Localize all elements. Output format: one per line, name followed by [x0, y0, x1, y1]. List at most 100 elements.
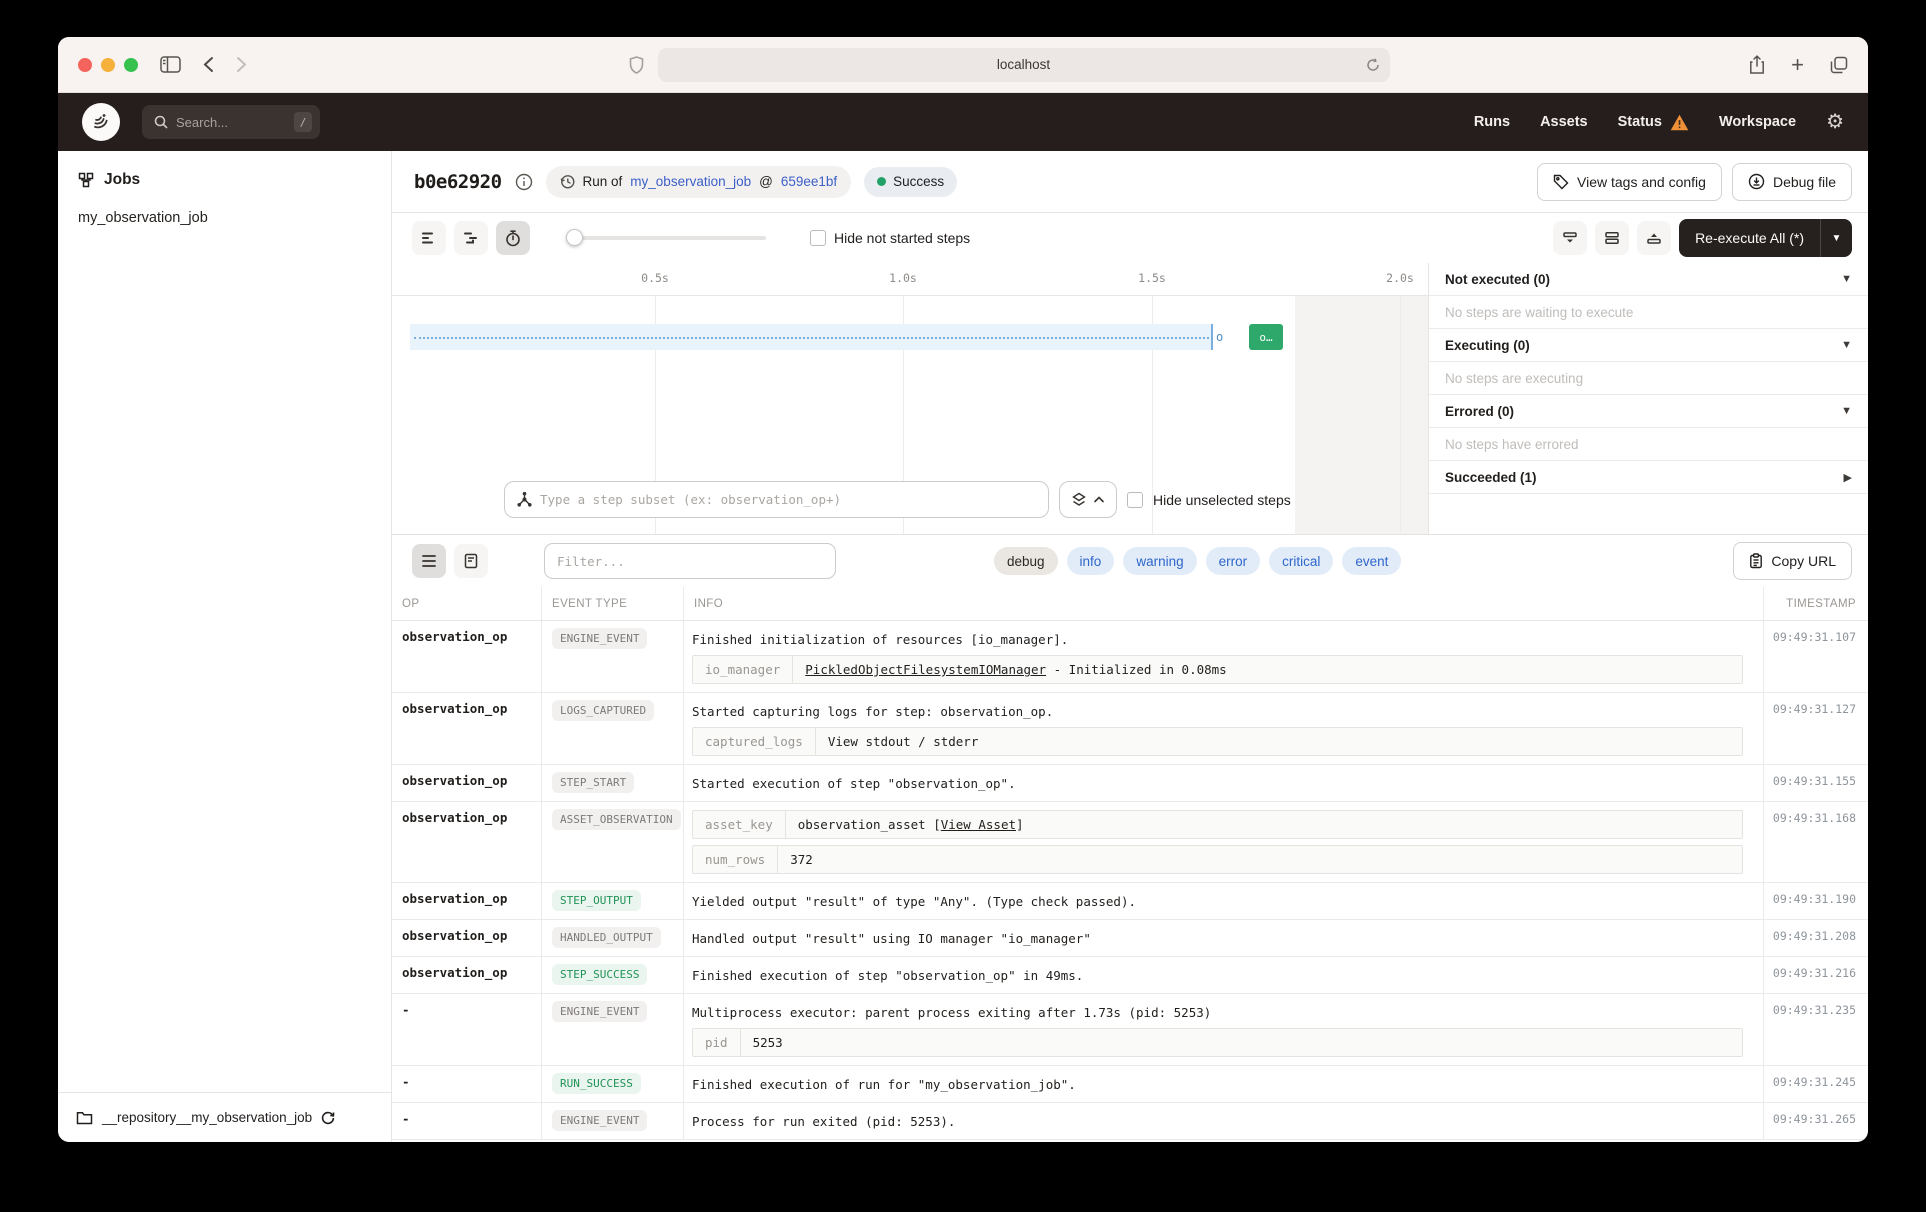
timestamp-cell[interactable]: 09:49:31.235 — [1764, 994, 1868, 1065]
refresh-icon[interactable] — [321, 1111, 335, 1125]
metadata-text: observation_asset [ — [798, 817, 941, 832]
timestamp-cell[interactable]: 09:49:31.168 — [1764, 802, 1868, 882]
log-structured-view-icon[interactable] — [454, 544, 488, 578]
metadata-key: captured_logs — [693, 728, 816, 755]
reload-icon[interactable] — [1366, 58, 1380, 72]
col-op: OP — [392, 587, 542, 620]
sidebar-item-job[interactable]: my_observation_job — [58, 203, 391, 233]
zoom-slider[interactable] — [568, 236, 766, 240]
nav-assets[interactable]: Assets — [1540, 114, 1588, 130]
metadata-value: 5253 — [741, 1029, 1742, 1056]
table-row[interactable]: observation_opSTEP_OUTPUTYielded output … — [392, 883, 1868, 920]
hide-not-started-checkbox[interactable] — [810, 230, 826, 246]
metadata-link[interactable]: PickledObjectFilesystemIOManager — [805, 662, 1046, 677]
reexecute-all-button[interactable]: Re-execute All (*) ▼ — [1679, 219, 1852, 257]
job-link[interactable]: my_observation_job — [630, 174, 751, 189]
panel-empty-message: No steps are executing — [1429, 362, 1868, 395]
info-cell: Started capturing logs for step: observa… — [684, 693, 1764, 764]
table-row[interactable]: -RUN_SUCCESSFinished execution of run fo… — [392, 1066, 1868, 1103]
forward-icon[interactable] — [236, 56, 247, 73]
table-row[interactable]: -ENGINE_EVENTProcess for run exited (pid… — [392, 1103, 1868, 1140]
address-bar[interactable]: localhost — [658, 48, 1390, 82]
search-input[interactable] — [176, 115, 286, 130]
table-row[interactable]: observation_opSTEP_STARTStarted executio… — [392, 765, 1868, 802]
dagster-logo[interactable] — [82, 103, 120, 141]
nav-runs[interactable]: Runs — [1474, 114, 1510, 130]
panel-section-succeeded[interactable]: Succeeded (1) ▶ — [1429, 461, 1868, 494]
hide-unselected-checkbox[interactable] — [1127, 492, 1143, 508]
op-cell: - — [392, 1103, 542, 1139]
info-icon[interactable] — [515, 173, 533, 191]
timestamp-cell[interactable]: 09:49:31.208 — [1764, 920, 1868, 956]
timestamp-cell[interactable]: 09:49:31.190 — [1764, 883, 1868, 919]
log-level-filters: debug info warning error critical event — [994, 547, 1401, 575]
gantt-flat-view-icon[interactable] — [412, 221, 446, 255]
panel-section-errored[interactable]: Errored (0) ▼ — [1429, 395, 1868, 428]
table-row[interactable]: observation_opASSET_OBSERVATIONasset_key… — [392, 802, 1868, 883]
gantt-waterfall-view-icon[interactable] — [454, 221, 488, 255]
op-cell: observation_op — [392, 693, 542, 764]
panel-section-not-executed[interactable]: Not executed (0) ▼ — [1429, 263, 1868, 296]
event-type-cell: ENGINE_EVENT — [542, 994, 684, 1065]
timestamp-cell[interactable]: 09:49:31.245 — [1764, 1066, 1868, 1102]
level-info[interactable]: info — [1067, 547, 1115, 575]
new-tab-icon[interactable]: + — [1791, 54, 1804, 76]
metadata-link[interactable]: View Asset — [941, 817, 1016, 832]
timestamp-cell[interactable]: 09:49:31.155 — [1764, 765, 1868, 801]
timestamp-cell[interactable]: 09:49:31.107 — [1764, 621, 1868, 692]
table-row[interactable]: observation_opSTEP_SUCCESSFinished execu… — [392, 957, 1868, 994]
chevron-right-icon: ▶ — [1844, 471, 1852, 484]
table-row[interactable]: observation_opENGINE_EVENTFinished initi… — [392, 621, 1868, 693]
collapse-up-icon[interactable] — [1637, 221, 1671, 255]
step-bar-observation-op[interactable]: o… — [1249, 324, 1283, 350]
step-subset-input[interactable] — [540, 492, 1036, 507]
graph-options-button[interactable] — [1059, 481, 1117, 518]
close-window-button[interactable] — [78, 58, 92, 72]
debug-file-button[interactable]: Debug file — [1732, 163, 1852, 201]
global-search[interactable]: / — [142, 105, 320, 139]
timestamp-cell[interactable]: 09:49:31.127 — [1764, 693, 1868, 764]
settings-gear-icon[interactable]: ⚙ — [1826, 112, 1844, 132]
log-filter-input[interactable] — [557, 554, 823, 569]
timestamp-cell[interactable]: 09:49:31.216 — [1764, 957, 1868, 993]
reexecute-dropdown-caret[interactable]: ▼ — [1820, 219, 1852, 257]
share-icon[interactable] — [1749, 55, 1765, 74]
split-panels-icon[interactable] — [1595, 221, 1629, 255]
metadata-text: - Initialized in 0.08ms — [1046, 662, 1227, 677]
jobs-sidebar: Jobs my_observation_job __repository__my… — [58, 151, 392, 1142]
back-icon[interactable] — [203, 56, 214, 73]
nav-status[interactable]: Status — [1618, 114, 1689, 131]
level-warning[interactable]: warning — [1123, 547, 1196, 575]
panel-section-executing[interactable]: Executing (0) ▼ — [1429, 329, 1868, 362]
log-list-view-icon[interactable] — [412, 544, 446, 578]
time-axis: 0.5s 1.0s 1.5s 2.0s — [392, 263, 1428, 295]
info-cell: Finished initialization of resources [io… — [684, 621, 1764, 692]
success-dot-icon — [877, 177, 886, 186]
event-type-cell: ENGINE_EVENT — [542, 621, 684, 692]
level-event[interactable]: event — [1342, 547, 1401, 575]
repository-footer[interactable]: __repository__my_observation_job — [58, 1092, 391, 1142]
table-row[interactable]: observation_op LOGS_CAPTURED Started captu… — [392, 693, 1868, 765]
nav-workspace[interactable]: Workspace — [1719, 114, 1796, 130]
metadata-entry: asset_keyobservation_asset [View Asset] — [692, 810, 1743, 839]
tabs-overview-icon[interactable] — [1830, 56, 1848, 74]
level-error[interactable]: error — [1206, 547, 1261, 575]
level-critical[interactable]: critical — [1269, 547, 1333, 575]
zoom-window-button[interactable] — [124, 58, 138, 72]
metadata-key: asset_key — [693, 811, 786, 838]
snapshot-link[interactable]: 659ee1bf — [781, 174, 837, 189]
view-tags-config-button[interactable]: View tags and config — [1537, 163, 1722, 201]
gantt-timed-view-icon[interactable] — [496, 221, 530, 255]
table-row[interactable]: observation_opHANDLED_OUTPUTHandled outp… — [392, 920, 1868, 957]
chevron-up-icon — [1094, 496, 1104, 503]
event-type-badge: LOGS_CAPTURED — [552, 700, 654, 721]
table-row[interactable]: -ENGINE_EVENTMultiprocess executor: pare… — [392, 994, 1868, 1066]
timestamp-cell[interactable]: 09:49:31.265 — [1764, 1103, 1868, 1139]
minimize-window-button[interactable] — [101, 58, 115, 72]
hide-unselected-label: Hide unselected steps — [1153, 492, 1291, 508]
sidebar-toggle-icon[interactable] — [160, 56, 181, 73]
collapse-down-icon[interactable] — [1553, 221, 1587, 255]
copy-url-button[interactable]: Copy URL — [1733, 542, 1852, 580]
zoom-slider-knob[interactable] — [566, 229, 583, 246]
level-debug[interactable]: debug — [994, 547, 1058, 575]
